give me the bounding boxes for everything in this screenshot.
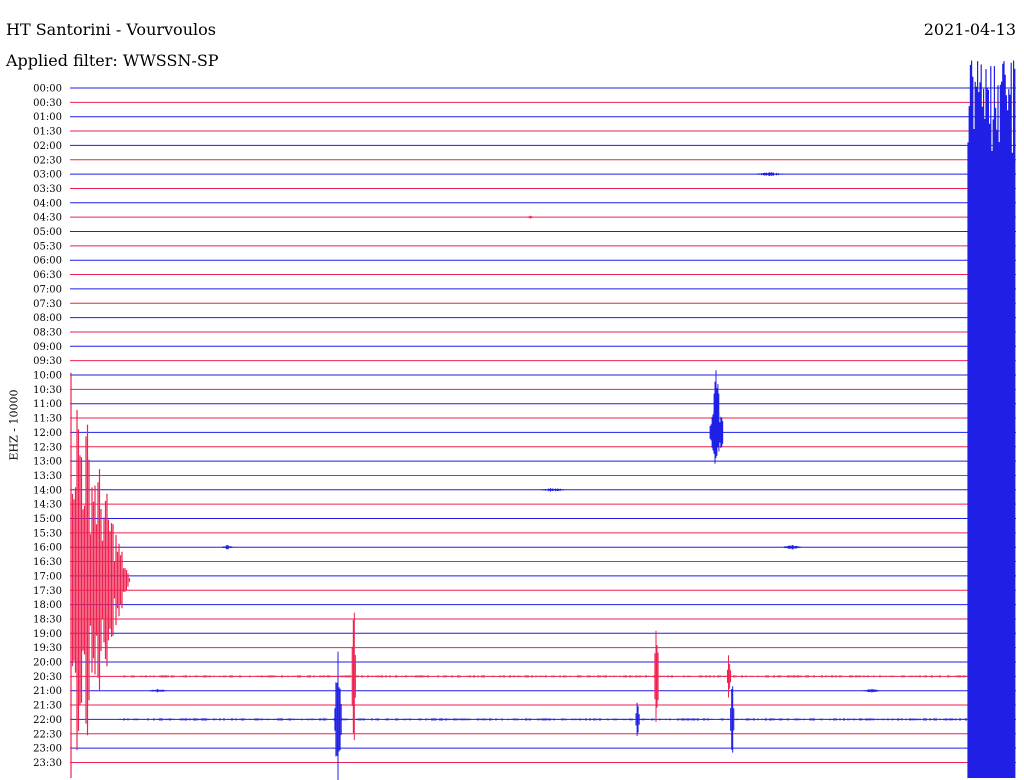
- time-tick-label: 21:00: [33, 686, 62, 697]
- time-tick-label: 15:00: [33, 514, 62, 525]
- time-tick-label: 22:30: [33, 729, 62, 740]
- seismic-event: [654, 630, 659, 722]
- time-tick-label: 23:00: [33, 744, 62, 755]
- time-tick-label: 01:30: [33, 127, 62, 138]
- time-tick-label: 20:00: [33, 658, 62, 669]
- time-tick-label: 19:00: [33, 629, 62, 640]
- time-tick-label: 04:00: [33, 198, 62, 209]
- seismic-event: [351, 612, 356, 741]
- time-tick-label: 10:30: [33, 385, 62, 396]
- time-tick-label: 18:00: [33, 600, 62, 611]
- earthquake-coda-left: [70, 372, 131, 778]
- time-tick-label: 02:30: [33, 155, 62, 166]
- time-tick-label: 22:00: [33, 715, 62, 726]
- time-tick-label: 16:00: [33, 543, 62, 554]
- time-tick-label: 01:00: [33, 112, 62, 123]
- seismic-event: [526, 215, 534, 219]
- time-tick-label: 12:00: [33, 428, 62, 439]
- time-tick-label: 09:30: [33, 356, 62, 367]
- time-tick-label: 20:30: [33, 672, 62, 683]
- time-tick-label: 05:30: [33, 241, 62, 252]
- time-tick-label: 03:00: [33, 170, 62, 181]
- time-tick-label: 07:30: [33, 299, 62, 310]
- time-tick-label: 08:30: [33, 327, 62, 338]
- time-tick-label: 05:00: [33, 227, 62, 238]
- earthquake-onset-right: [967, 60, 1016, 778]
- time-tick-label: 16:30: [33, 557, 62, 568]
- seismic-event: [334, 651, 342, 780]
- time-tick-label: 13:00: [33, 457, 62, 468]
- seismic-event: [149, 689, 167, 693]
- time-tick-label: 15:30: [33, 528, 62, 539]
- time-tick-label: 00:30: [33, 98, 62, 109]
- time-tick-label: 02:00: [33, 141, 62, 152]
- time-tick-label: 21:30: [33, 701, 62, 712]
- time-tick-label: 04:30: [33, 213, 62, 224]
- time-tick-label: 08:00: [33, 313, 62, 324]
- time-tick-label: 14:30: [33, 500, 62, 511]
- seismic-event: [756, 172, 784, 176]
- time-tick-label: 10:00: [33, 371, 62, 382]
- time-tick-label: 14:00: [33, 485, 62, 496]
- seismic-event: [730, 686, 735, 753]
- seismic-event: [540, 488, 564, 492]
- time-tick-label: 19:30: [33, 643, 62, 654]
- seismic-event: [635, 702, 640, 736]
- time-tick-label: 12:30: [33, 442, 62, 453]
- time-tick-label: 18:30: [33, 614, 62, 625]
- time-tick-label: 09:00: [33, 342, 62, 353]
- seismic-event: [709, 401, 724, 464]
- time-tick-label: 00:00: [33, 84, 62, 95]
- time-tick-label: 13:30: [33, 471, 62, 482]
- seismic-event: [862, 688, 880, 693]
- time-tick-label: 17:00: [33, 571, 62, 582]
- time-tick-label: 17:30: [33, 586, 62, 597]
- time-tick-label: 03:30: [33, 184, 62, 195]
- time-tick-label: 06:00: [33, 256, 62, 267]
- time-tick-label: 06:30: [33, 270, 62, 281]
- time-tick-label: 07:00: [33, 284, 62, 295]
- seismic-event: [783, 545, 801, 550]
- helicorder-plot: 00:00 00:30 01:00 01:30 02:00 02:30 03:00 03:30…: [33, 60, 1016, 780]
- time-tick-label: 11:30: [33, 414, 62, 425]
- time-tick-label: 11:00: [33, 399, 62, 410]
- time-tick-label: 23:30: [33, 758, 62, 769]
